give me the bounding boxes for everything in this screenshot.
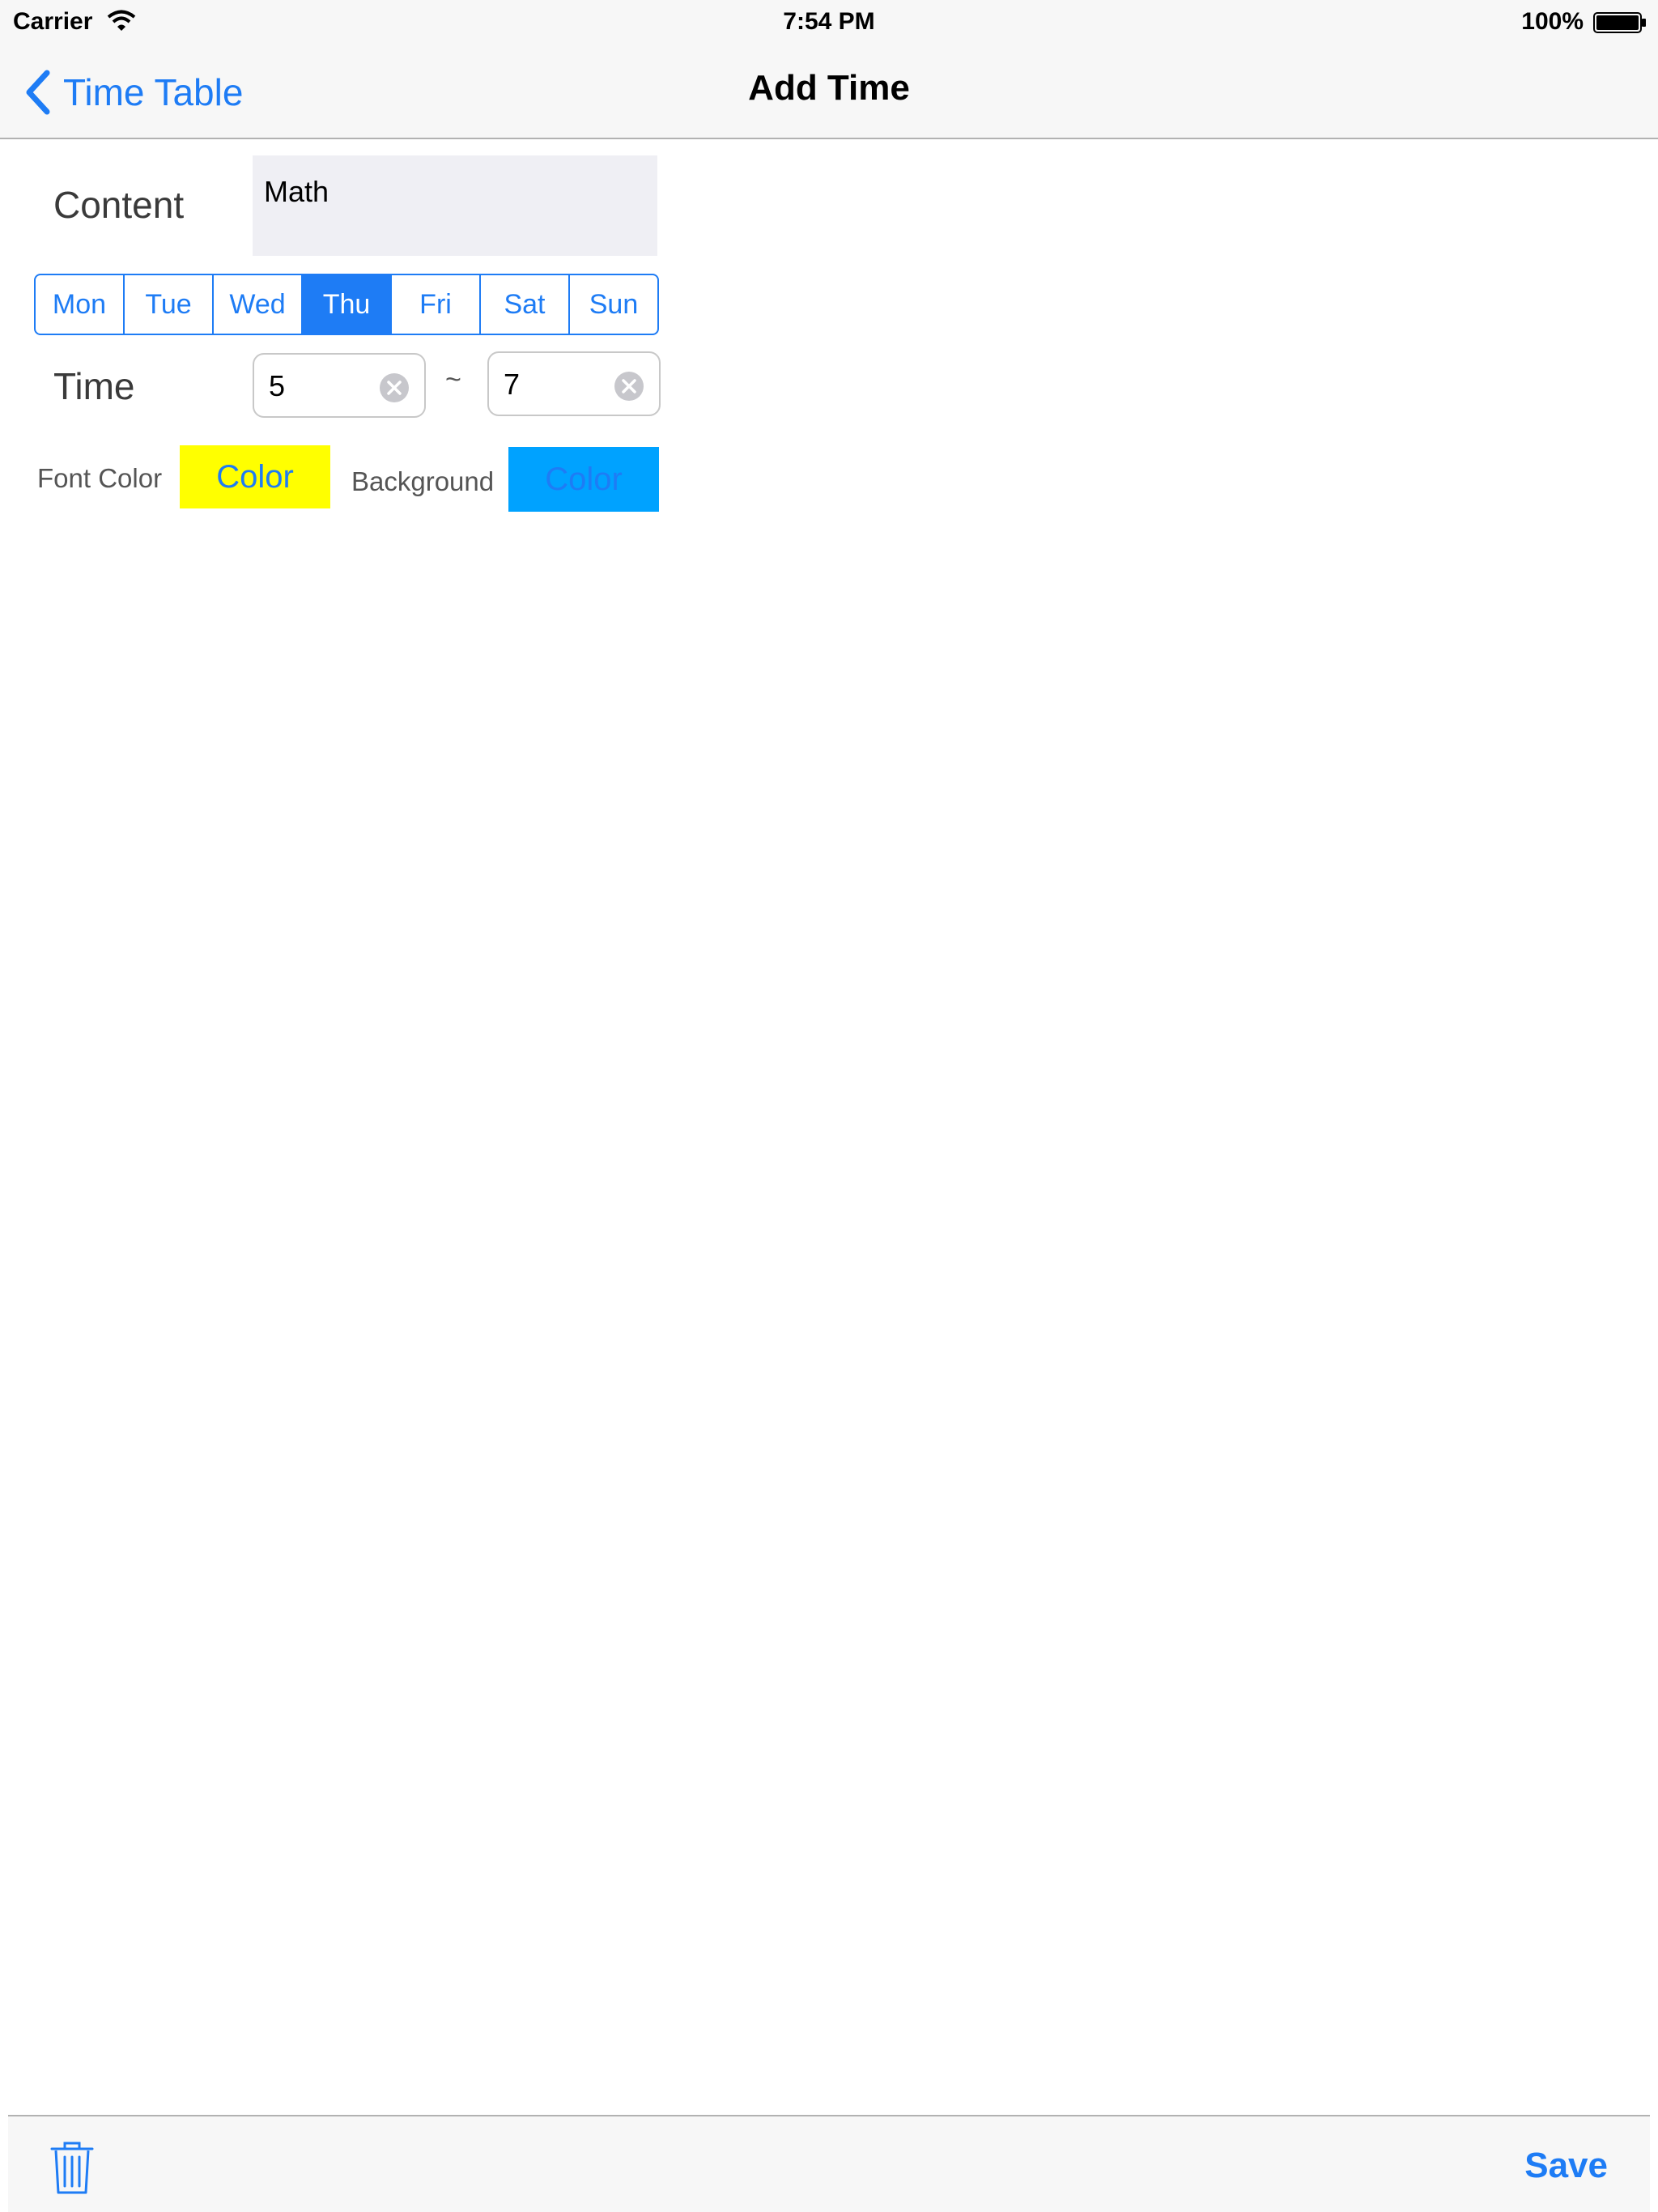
segment-sat[interactable]: Sat bbox=[479, 275, 568, 334]
content-input[interactable]: Math bbox=[253, 155, 657, 256]
segment-tue[interactable]: Tue bbox=[123, 275, 212, 334]
segment-sun[interactable]: Sun bbox=[568, 275, 657, 334]
bottom-toolbar: Save bbox=[8, 2115, 1650, 2212]
background-color-button[interactable]: Color bbox=[508, 447, 659, 512]
time-end-value: 7 bbox=[504, 368, 521, 401]
segment-thu[interactable]: Thu bbox=[301, 275, 390, 334]
time-separator: ~ bbox=[445, 364, 461, 395]
clear-icon[interactable] bbox=[614, 371, 644, 402]
font-color-label: Font Color bbox=[37, 463, 163, 493]
clear-icon[interactable] bbox=[379, 372, 410, 403]
time-end-field[interactable]: 7 bbox=[487, 351, 661, 416]
content-label: Content bbox=[53, 184, 185, 226]
segment-mon[interactable]: Mon bbox=[36, 275, 123, 334]
screen: Carrier 7:54 PM 100% Time Table Add Time… bbox=[0, 0, 1658, 2212]
background-label: Background bbox=[351, 466, 495, 496]
time-label: Time bbox=[53, 365, 135, 407]
segment-fri[interactable]: Fri bbox=[390, 275, 479, 334]
save-button[interactable]: Save bbox=[1524, 2146, 1608, 2186]
battery-icon bbox=[1593, 12, 1646, 33]
status-battery-percent: 100% bbox=[1521, 8, 1584, 35]
trash-icon[interactable] bbox=[49, 2139, 96, 2196]
time-start-field[interactable]: 5 bbox=[253, 353, 426, 418]
day-segmented-control: Mon Tue Wed Thu Fri Sat Sun bbox=[34, 274, 659, 335]
segment-wed[interactable]: Wed bbox=[212, 275, 301, 334]
font-color-button[interactable]: Color bbox=[180, 445, 330, 508]
time-start-value: 5 bbox=[269, 369, 286, 402]
page-title: Add Time bbox=[748, 68, 910, 108]
top-bar: Carrier 7:54 PM 100% Time Table Add Time bbox=[0, 0, 1658, 139]
status-time: 7:54 PM bbox=[783, 8, 875, 35]
